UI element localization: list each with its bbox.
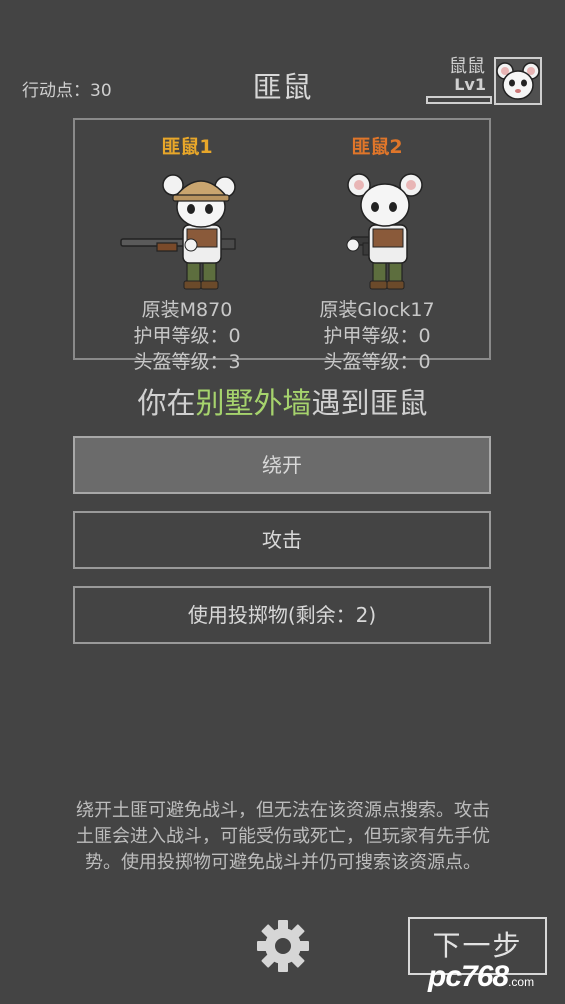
enemy-name: 匪鼠2 [351,136,403,158]
enemy-helmet-level: 头盔等级：0 [323,351,431,373]
settings-button[interactable] [255,918,311,974]
encounter-suffix: 遇到匪鼠 [311,386,428,420]
player-level: Lv1 [454,75,486,94]
gear-icon [257,920,309,972]
enemy-armor-level: 护甲等级：0 [323,325,431,347]
encounter-prefix: 你在 [137,386,196,420]
watermark-domain: .com [508,975,535,989]
xp-bar [426,96,492,104]
enemy-armor-level: 护甲等级：0 [133,325,241,347]
watermark-brand: pc768 [428,960,509,993]
mouse-avatar-icon [496,62,540,100]
mouse-with-shotgun-icon [120,174,236,290]
watermark: pc768.com [428,960,534,994]
enemy-card-1[interactable]: 匪鼠1 原装M870 护甲等级：0 头盔等级：3 [87,120,287,375]
mouse-with-pistol-icon [346,173,423,290]
encounter-message: 你在别墅外墙遇到匪鼠 [0,380,565,422]
enemy-weapon: 原装Glock17 [319,299,435,321]
enemy-weapon: 原装M870 [141,299,233,321]
attack-button[interactable]: 攻击 [73,511,491,569]
bypass-button[interactable]: 绕开 [73,436,491,494]
enemy-card-2[interactable]: 匪鼠2 原装Glock17 护甲等级：0 头盔等级：0 [277,120,477,375]
player-avatar[interactable] [494,57,542,105]
enemy-name: 匪鼠1 [161,136,213,158]
enemy-panel: 匪鼠1 原装M870 护甲等级：0 头盔等级：3 匪鼠2 原装Glock17 护… [73,118,491,373]
encounter-location: 别墅外墙 [195,386,312,420]
help-text: 绕开土匪可避免战斗，但无法在该资源点搜索。攻击土匪会进入战斗，可能受伤或死亡，但… [76,800,490,873]
enemy-helmet-level: 头盔等级：3 [133,351,241,373]
use-throwable-button[interactable]: 使用投掷物(剩余：2) [73,586,491,644]
